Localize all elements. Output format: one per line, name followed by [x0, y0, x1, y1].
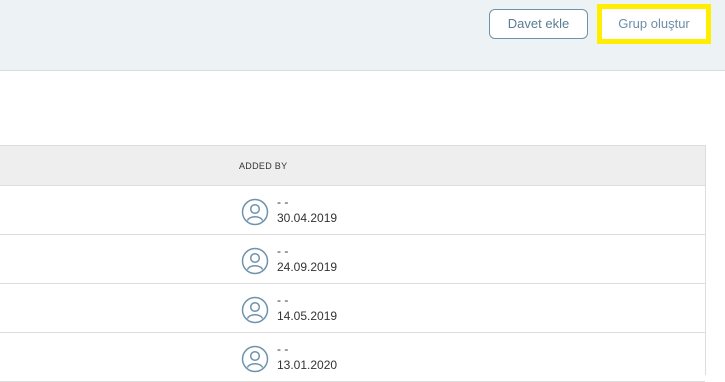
- added-date: 14.05.2019: [277, 309, 338, 323]
- added-by-name: - -: [277, 342, 289, 356]
- table-header: ADDED BY: [0, 145, 705, 186]
- user-avatar-icon: [241, 198, 269, 226]
- added-date: 30.04.2019: [277, 211, 338, 225]
- table-row[interactable]: - - 30.04.2019: [0, 186, 705, 235]
- column-header-added-by[interactable]: ADDED BY: [239, 146, 287, 186]
- added-by-name: - -: [277, 293, 289, 307]
- table-row[interactable]: - - 24.09.2019: [0, 235, 705, 284]
- user-avatar-icon: [241, 345, 269, 373]
- added-by-name: - -: [277, 195, 289, 209]
- added-by-name: - -: [277, 244, 289, 258]
- added-date: 13.01.2020: [277, 358, 338, 372]
- table-right-border: [705, 145, 706, 375]
- user-avatar-icon: [241, 296, 269, 324]
- invite-button[interactable]: Davet ekle: [489, 9, 588, 39]
- added-date: 24.09.2019: [277, 260, 338, 274]
- create-group-highlight: Grup oluştur: [597, 4, 711, 44]
- table-row[interactable]: - - 14.05.2019: [0, 284, 705, 333]
- create-group-button[interactable]: Grup oluştur: [602, 9, 706, 39]
- top-header-bar: Davet ekle Grup oluştur: [0, 0, 725, 71]
- user-avatar-icon: [241, 247, 269, 275]
